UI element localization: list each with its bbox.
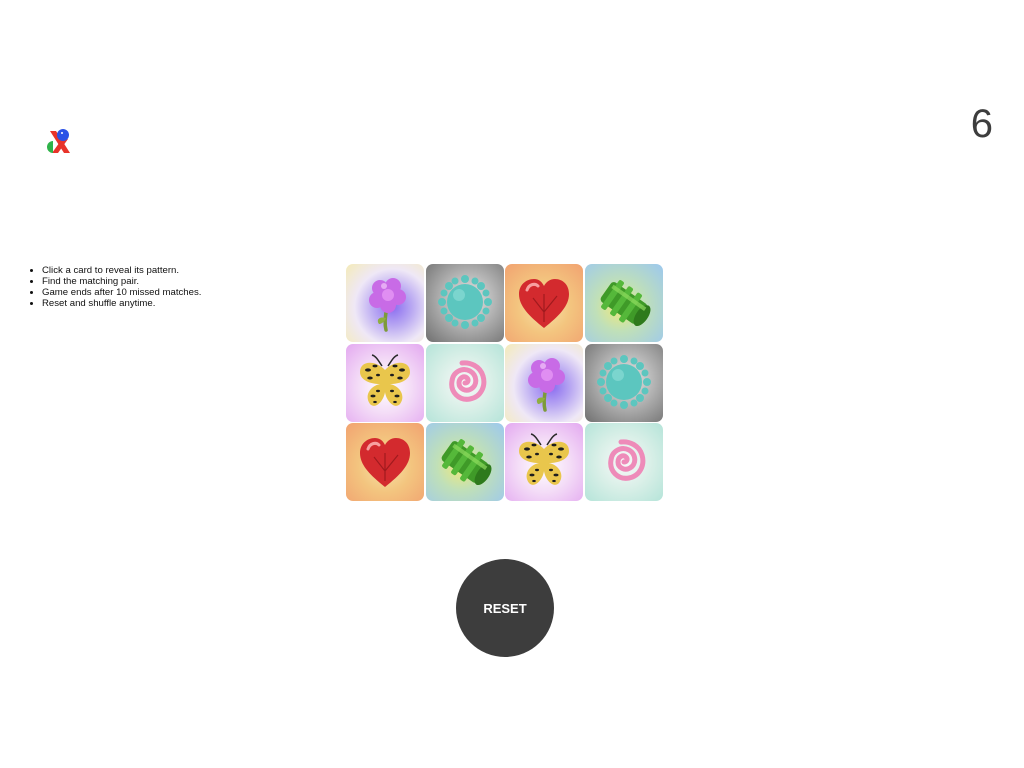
card-spiral[interactable] [585,423,664,502]
card-flower[interactable] [346,264,424,342]
butterfly-icon [360,353,410,406]
card-heart[interactable] [505,264,584,342]
instructions-list: Click a card to reveal its pattern. Find… [24,265,201,309]
card-spiky-ball[interactable] [425,264,504,342]
instruction-item: Find the matching pair. [42,276,201,287]
reset-button[interactable]: RESET [456,559,554,657]
butterfly-icon [519,433,570,486]
score-counter: 6 [970,102,993,146]
app-logo-icon [47,129,70,153]
card-spiral[interactable] [425,343,504,422]
heart-icon [519,279,570,328]
card-green-tube[interactable] [425,423,504,502]
card-heart[interactable] [346,423,424,502]
card-spiky-ball[interactable] [585,343,664,422]
card-flower[interactable] [505,343,584,422]
heart-icon [360,438,410,488]
card-green-tube[interactable] [585,264,664,342]
spiky-ball-icon [437,275,492,329]
spiky-ball-icon [597,354,652,409]
spiral-icon [448,360,486,402]
card-butterfly[interactable] [346,343,424,422]
green-tube-icon [600,280,651,327]
instruction-item: Reset and shuffle anytime. [42,298,201,309]
instruction-item: Game ends after 10 missed matches. [42,287,201,298]
flower-icon [528,357,566,412]
instruction-item: Click a card to reveal its pattern. [42,265,201,276]
card-butterfly[interactable] [505,423,584,502]
game-board [346,264,664,502]
flower-icon [369,278,406,332]
spiral-icon [608,439,646,482]
green-tube-icon [441,439,492,486]
